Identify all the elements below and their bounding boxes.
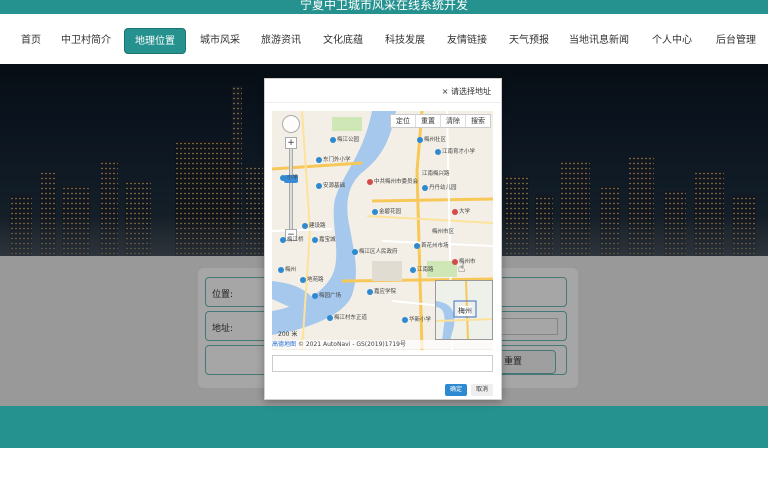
- map-poi[interactable]: 梅江公园: [330, 135, 359, 143]
- nav-item-travel[interactable]: 旅游资讯: [255, 28, 307, 54]
- poi-icon: [280, 174, 286, 181]
- nav-item-location[interactable]: 地理位置: [124, 28, 186, 54]
- address-picker-dialog: × 请选择地址 + − 定位 重置 清除 搜索 梅江公园 梅州社区 江南育才小学…: [264, 78, 502, 400]
- poi-icon: [312, 292, 318, 299]
- nav-item-culture[interactable]: 文化底蕴: [317, 28, 369, 54]
- hand-cursor-icon: ☝: [458, 261, 466, 275]
- main-nav: 首页 中卫村简介 地理位置 城市风采 旅游资讯 文化底蕴 科技发展 友情链接 天…: [0, 14, 768, 64]
- poi-icon: [280, 236, 286, 243]
- pan-control[interactable]: [282, 115, 300, 133]
- poi-icon: [302, 222, 308, 229]
- zoom-slider[interactable]: [289, 141, 293, 231]
- map-copyright-text: © 2021 AutoNavi - GS(2019)1719号: [297, 341, 406, 348]
- nav-item-weather[interactable]: 天气预报: [503, 28, 555, 54]
- map-poi[interactable]: 首花州市场: [414, 241, 449, 249]
- map-poi[interactable]: 江南梅兴路: [422, 169, 450, 177]
- map-poi[interactable]: 华新小学: [402, 315, 431, 323]
- nav-item-tech[interactable]: 科技发展: [379, 28, 431, 54]
- nav-item-links[interactable]: 友情链接: [441, 28, 493, 54]
- locate-button[interactable]: 定位: [391, 115, 416, 127]
- poi-icon: [452, 208, 458, 215]
- page: 宁夏中卫城市风采在线系统开发 首页 中卫村简介 地理位置 城市风采 旅游资讯 文…: [0, 0, 768, 480]
- poi-icon: [367, 288, 373, 295]
- nav-item-home[interactable]: 首页: [13, 28, 49, 54]
- map-poi[interactable]: 梅江村东正道: [327, 313, 367, 321]
- map-poi[interactable]: 丹丹幼儿园: [422, 183, 457, 191]
- poi-icon: [316, 182, 322, 189]
- nav-item-city-style[interactable]: 城市风采: [194, 28, 246, 54]
- map-poi[interactable]: 嘉宝城: [312, 235, 336, 243]
- poi-icon: [417, 136, 423, 143]
- dialog-header: × 请选择地址: [265, 79, 501, 103]
- nav-item-village-intro[interactable]: 中卫村简介: [56, 28, 116, 54]
- poi-icon: [414, 242, 420, 249]
- poi-icon: [300, 276, 306, 283]
- poi-icon: [312, 236, 318, 243]
- map-poi[interactable]: 梅园广场: [312, 291, 341, 299]
- poi-icon: [410, 266, 416, 273]
- map-poi[interactable]: 梅州市区: [432, 227, 454, 235]
- map-brand-logo: 高德地图: [272, 341, 297, 348]
- poi-icon: [352, 248, 358, 255]
- clear-button[interactable]: 清除: [441, 115, 466, 127]
- map-poi[interactable]: 地苑路: [300, 275, 324, 283]
- poi-icon: [402, 316, 408, 323]
- map-copyright: 高德地图 © 2021 AutoNavi - GS(2019)1719号: [272, 340, 493, 349]
- map-scale: 200 米: [278, 331, 298, 338]
- poi-icon: [330, 136, 336, 143]
- poi-icon: [327, 314, 333, 321]
- map-poi[interactable]: 嘉应学院: [367, 287, 396, 295]
- map-poi[interactable]: 大学: [452, 207, 470, 215]
- map-poi[interactable]: 建设路: [302, 221, 326, 229]
- overview-minimap[interactable]: 梅州: [435, 280, 493, 340]
- footer: [0, 406, 768, 448]
- poi-icon: [316, 156, 322, 163]
- map-poi[interactable]: 东门外小学: [316, 155, 351, 163]
- map-poi[interactable]: 梅州: [278, 265, 296, 273]
- poi-icon: [367, 178, 373, 185]
- map-poi[interactable]: 安源基础: [316, 181, 345, 189]
- nav-item-admin[interactable]: 后台管理: [710, 28, 762, 54]
- map-poi[interactable]: 梅江桥: [280, 235, 304, 243]
- map[interactable]: + − 定位 重置 清除 搜索 梅江公园 梅州社区 江南育才小学 东门外小学 小…: [272, 111, 493, 350]
- map-poi[interactable]: 金碧花园: [372, 207, 401, 215]
- map-poi[interactable]: 梅江区人民政府: [352, 247, 398, 255]
- nav-item-profile[interactable]: 个人中心: [646, 28, 698, 54]
- site-title: 宁夏中卫城市风采在线系统开发: [0, 0, 768, 14]
- dialog-cancel-button[interactable]: 取消: [471, 384, 493, 396]
- map-poi[interactable]: 中共梅州市委员会: [367, 177, 418, 185]
- poi-icon: [435, 148, 441, 155]
- dialog-close-button[interactable]: × 请选择地址: [442, 86, 491, 97]
- nav-item-news[interactable]: 当地讯息新闻: [565, 28, 633, 54]
- map-reset-button[interactable]: 重置: [416, 115, 441, 127]
- map-poi[interactable]: 梅州社区: [417, 135, 446, 143]
- map-toolbar: 定位 重置 清除 搜索: [390, 114, 491, 128]
- minimap-label: 梅州: [458, 306, 472, 316]
- map-poi[interactable]: 江南路: [410, 265, 434, 273]
- map-poi[interactable]: 小学: [280, 173, 298, 181]
- zoom-in-button[interactable]: +: [285, 137, 297, 149]
- poi-icon: [372, 208, 378, 215]
- dialog-ok-button[interactable]: 确定: [445, 384, 467, 396]
- map-poi[interactable]: 江南育才小学: [435, 147, 475, 155]
- selected-address-input[interactable]: [272, 355, 493, 372]
- poi-icon: [422, 184, 428, 191]
- search-button[interactable]: 搜索: [466, 115, 490, 127]
- poi-icon: [278, 266, 284, 273]
